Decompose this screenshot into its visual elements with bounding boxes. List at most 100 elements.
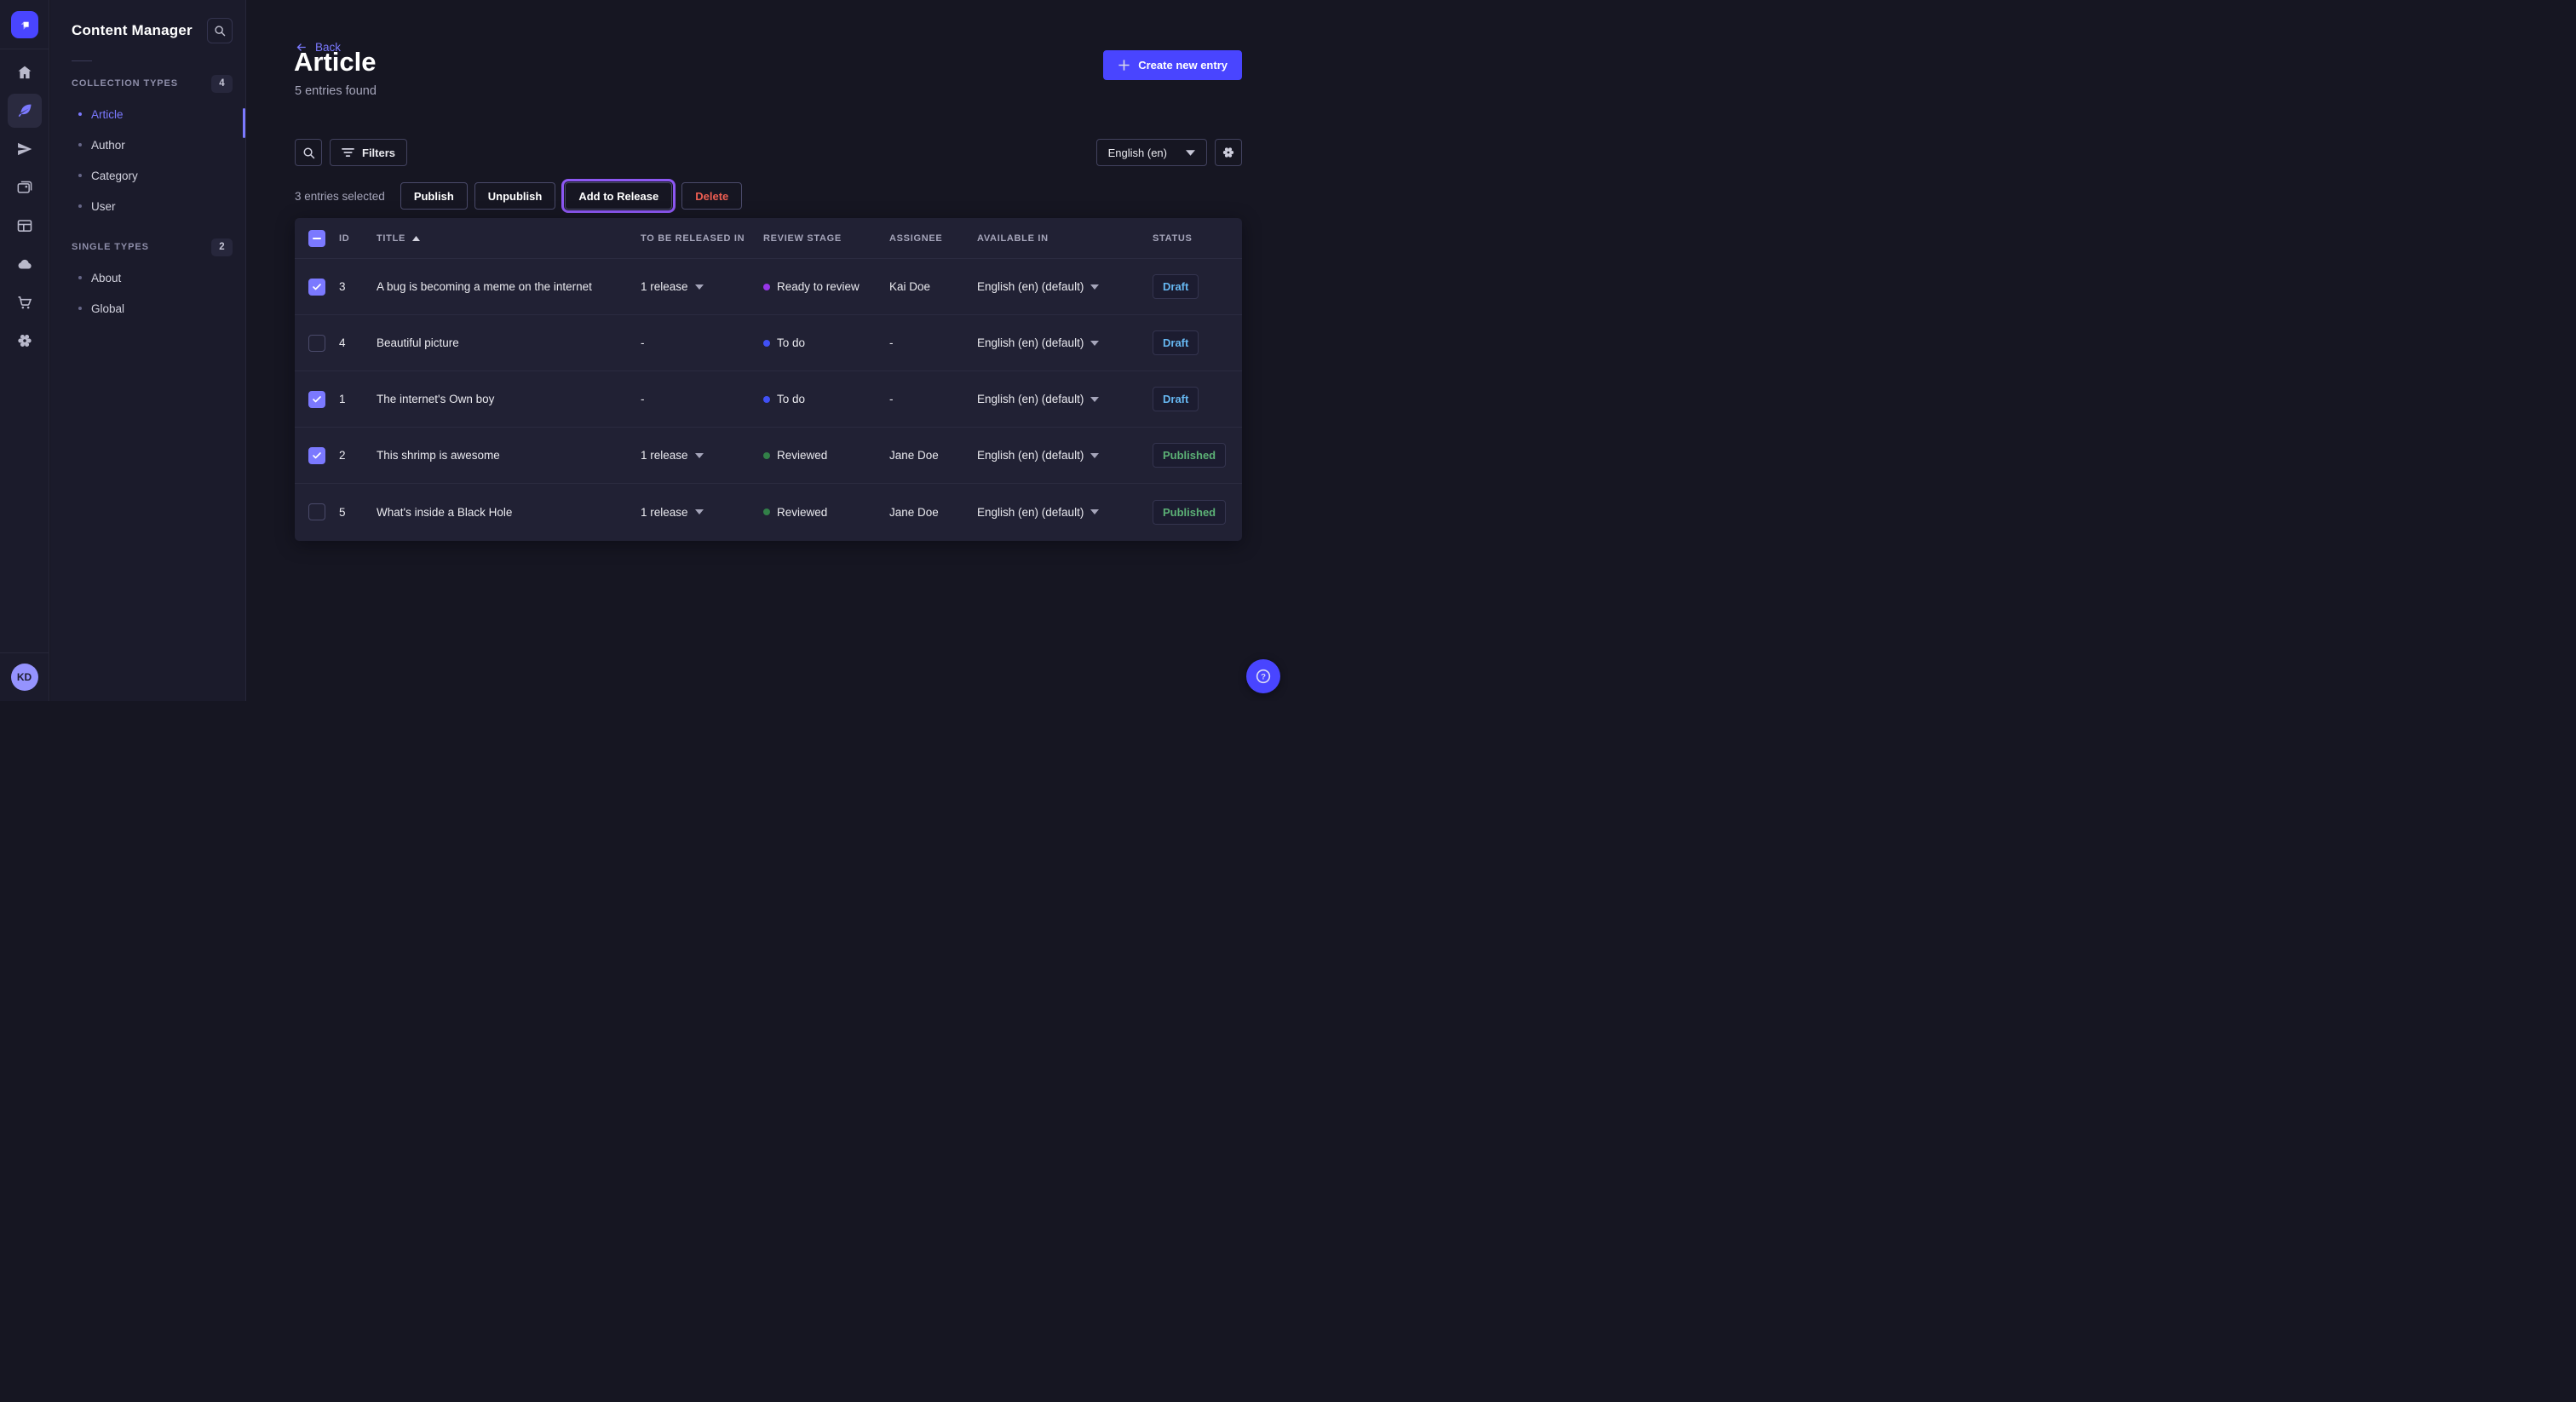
cell-title: Beautiful picture bbox=[377, 336, 641, 349]
cell-id: 2 bbox=[339, 449, 377, 462]
chevron-down-icon bbox=[1090, 397, 1099, 402]
bullet-icon bbox=[78, 276, 82, 279]
column-header-available-in[interactable]: AVAILABLE IN bbox=[977, 233, 1153, 244]
delete-button[interactable]: Delete bbox=[681, 182, 742, 210]
sidebar-item-category[interactable]: Category bbox=[50, 160, 245, 191]
rail-footer: KD bbox=[0, 652, 49, 701]
sidebar-item-user[interactable]: User bbox=[50, 191, 245, 221]
cell-available-in[interactable]: English (en) (default) bbox=[977, 280, 1153, 293]
sidebar-search-button[interactable] bbox=[207, 18, 233, 43]
cell-available-in[interactable]: English (en) (default) bbox=[977, 393, 1153, 405]
plus-icon bbox=[1118, 59, 1130, 72]
publish-button[interactable]: Publish bbox=[400, 182, 468, 210]
rail-icon-list bbox=[0, 55, 49, 358]
single-types-label: SINGLE TYPES bbox=[72, 242, 149, 252]
sidebar-item-about[interactable]: About bbox=[50, 262, 245, 293]
chevron-down-icon bbox=[1090, 453, 1099, 458]
stage-dot-icon bbox=[763, 284, 770, 290]
bullet-icon bbox=[78, 307, 82, 310]
table-row[interactable]: 5 What's inside a Black Hole 1 release R… bbox=[295, 484, 1242, 540]
bullet-icon bbox=[78, 174, 82, 177]
table-row[interactable]: 2 This shrimp is awesome 1 release Revie… bbox=[295, 428, 1242, 484]
feather-icon[interactable] bbox=[8, 94, 42, 128]
stage-dot-icon bbox=[763, 452, 770, 459]
chevron-down-icon bbox=[695, 453, 704, 458]
column-header-title[interactable]: TITLE bbox=[377, 233, 641, 244]
cell-release[interactable]: - bbox=[641, 336, 763, 349]
cell-release[interactable]: 1 release bbox=[641, 449, 763, 462]
cell-available-in[interactable]: English (en) (default) bbox=[977, 449, 1153, 462]
settings-icon[interactable] bbox=[8, 324, 42, 358]
question-mark-icon: ? bbox=[1254, 667, 1273, 686]
layout-icon[interactable] bbox=[8, 209, 42, 243]
cell-release[interactable]: 1 release bbox=[641, 280, 763, 293]
sidebar-item-global[interactable]: Global bbox=[50, 293, 245, 324]
sidebar-item-author[interactable]: Author bbox=[50, 129, 245, 160]
filters-button[interactable]: Filters bbox=[330, 139, 407, 166]
selected-count-text: 3 entries selected bbox=[295, 190, 385, 203]
column-header-status[interactable]: STATUS bbox=[1153, 233, 1242, 244]
images-icon[interactable] bbox=[8, 170, 42, 204]
active-item-indicator bbox=[243, 108, 245, 138]
sidebar-title: Content Manager bbox=[72, 22, 193, 39]
add-to-release-button[interactable]: Add to Release bbox=[565, 182, 672, 210]
view-settings-button[interactable] bbox=[1215, 139, 1242, 166]
status-badge: Published bbox=[1153, 500, 1226, 525]
select-all-checkbox[interactable] bbox=[308, 230, 325, 247]
row-checkbox[interactable] bbox=[308, 391, 325, 408]
stage-dot-icon bbox=[763, 340, 770, 347]
cell-review-stage: Reviewed bbox=[763, 506, 889, 519]
unpublish-button[interactable]: Unpublish bbox=[474, 182, 556, 210]
svg-text:?: ? bbox=[1261, 672, 1266, 681]
chevron-down-icon bbox=[1090, 341, 1099, 346]
row-checkbox[interactable] bbox=[308, 503, 325, 520]
column-header-assignee[interactable]: ASSIGNEE bbox=[889, 233, 977, 244]
paper-plane-icon[interactable] bbox=[8, 132, 42, 166]
home-icon[interactable] bbox=[8, 55, 42, 89]
locale-select[interactable]: English (en) bbox=[1096, 139, 1207, 166]
strapi-logo-button[interactable] bbox=[0, 0, 49, 49]
stage-dot-icon bbox=[763, 509, 770, 515]
entries-count-subtitle: 5 entries found bbox=[295, 84, 377, 98]
table-row[interactable]: 1 The internet's Own boy - To do - Engli… bbox=[295, 371, 1242, 428]
chevron-down-icon bbox=[695, 284, 704, 290]
chevron-down-icon bbox=[1090, 284, 1099, 290]
collection-types-list: Article Author Category User bbox=[50, 99, 245, 221]
table-row[interactable]: 4 Beautiful picture - To do - English (e… bbox=[295, 315, 1242, 371]
row-checkbox[interactable] bbox=[308, 335, 325, 352]
cell-available-in[interactable]: English (en) (default) bbox=[977, 506, 1153, 519]
create-new-entry-button[interactable]: Create new entry bbox=[1103, 50, 1242, 80]
row-checkbox[interactable] bbox=[308, 447, 325, 464]
search-icon bbox=[302, 147, 315, 159]
collection-types-count-badge: 4 bbox=[211, 75, 233, 93]
chevron-down-icon bbox=[1186, 150, 1195, 156]
cart-icon[interactable] bbox=[8, 285, 42, 319]
table-row[interactable]: 3 A bug is becoming a meme on the intern… bbox=[295, 259, 1242, 315]
cell-available-in[interactable]: English (en) (default) bbox=[977, 336, 1153, 349]
column-header-id[interactable]: ID bbox=[339, 233, 377, 244]
cell-review-stage: To do bbox=[763, 336, 889, 349]
status-badge: Published bbox=[1153, 443, 1226, 468]
single-types-count-badge: 2 bbox=[211, 238, 233, 256]
cell-release[interactable]: - bbox=[641, 393, 763, 405]
cell-title: The internet's Own boy bbox=[377, 393, 641, 405]
cloud-icon[interactable] bbox=[8, 247, 42, 281]
cell-id: 5 bbox=[339, 506, 377, 519]
bullet-icon bbox=[78, 112, 82, 116]
help-button[interactable]: ? bbox=[1246, 659, 1280, 693]
cell-review-stage: Reviewed bbox=[763, 449, 889, 462]
cell-review-stage: Ready to review bbox=[763, 280, 889, 293]
collection-types-label: COLLECTION TYPES bbox=[72, 78, 178, 89]
user-avatar[interactable]: KD bbox=[11, 664, 38, 691]
sidebar-item-article[interactable]: Article bbox=[50, 99, 245, 129]
column-header-release[interactable]: TO BE RELEASED IN bbox=[641, 233, 763, 244]
cell-release[interactable]: 1 release bbox=[641, 506, 763, 519]
column-header-review-stage[interactable]: REVIEW STAGE bbox=[763, 233, 889, 244]
row-checkbox[interactable] bbox=[308, 279, 325, 296]
stage-dot-icon bbox=[763, 396, 770, 403]
status-badge: Draft bbox=[1153, 387, 1199, 411]
cell-title: What's inside a Black Hole bbox=[377, 506, 641, 519]
search-button[interactable] bbox=[295, 139, 322, 166]
cell-title: This shrimp is awesome bbox=[377, 449, 641, 462]
status-badge: Draft bbox=[1153, 274, 1199, 299]
